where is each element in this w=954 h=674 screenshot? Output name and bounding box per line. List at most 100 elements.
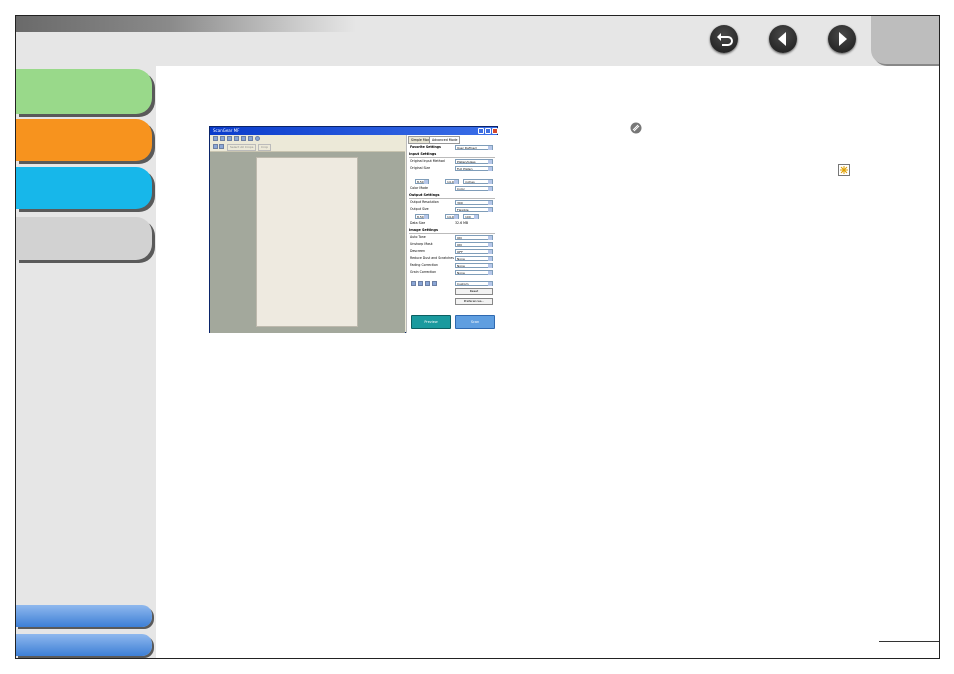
sidebar-tab-orange[interactable] xyxy=(16,119,152,161)
preferences-button: Preferences... xyxy=(455,298,493,305)
row-label: Descreen xyxy=(410,249,426,253)
row-value: OFF xyxy=(455,248,493,254)
row-label: Favorite Settings xyxy=(410,145,441,149)
sidebar-tab-green[interactable] xyxy=(16,69,152,114)
sidebar-bottom-button-1[interactable] xyxy=(16,605,152,627)
image-row: Fading Correction None xyxy=(409,262,495,268)
row-value: None xyxy=(455,255,493,261)
input-row: Original Size Full Platen xyxy=(409,165,495,171)
input-row: Original Input Method Platen/Glass xyxy=(409,158,495,164)
close-icon xyxy=(492,128,498,134)
tone-preset: Custom xyxy=(455,280,493,286)
row-value: ON xyxy=(455,241,493,247)
back-button[interactable] xyxy=(710,25,738,53)
toolbar-icon xyxy=(241,136,246,141)
crop-icon xyxy=(213,144,218,149)
width-value: 8.50 xyxy=(415,178,429,184)
row-value: None xyxy=(455,262,493,268)
previous-page-button[interactable] xyxy=(769,25,797,53)
row-label: Grain Correction xyxy=(410,270,437,274)
left-triangle-icon xyxy=(778,32,786,46)
scangear-window-screenshot: ScanGear MF Select All Crops Crop Simple… xyxy=(209,126,498,333)
height-value: 14.00 xyxy=(445,178,459,184)
return-arrow-icon xyxy=(717,33,733,46)
row-label: Color Mode xyxy=(410,186,429,190)
output-settings-heading: Output Settings xyxy=(409,192,495,199)
toolbar-icon xyxy=(227,136,232,141)
favorite-settings-row: Favorite Settings User Defined xyxy=(409,144,495,150)
tab-advanced-mode: Advanced Mode xyxy=(429,136,461,144)
tone-icon xyxy=(418,281,423,286)
output-row: Output Size Flexible xyxy=(409,206,495,212)
row-value: User Defined xyxy=(455,144,493,150)
color-mode-row: Color Mode Color xyxy=(409,185,495,191)
row-value: Platen/Glass xyxy=(455,158,493,164)
image-row: Auto Tone ON xyxy=(409,234,495,240)
note-icon xyxy=(630,122,642,134)
reset-button: Reset xyxy=(455,288,493,295)
toolbar-icon xyxy=(220,136,225,141)
next-page-button[interactable] xyxy=(828,25,856,53)
crop-icon xyxy=(219,144,224,149)
input-size-row: 8.50 14.00 inches xyxy=(409,178,495,184)
row-label: Auto Tone xyxy=(410,235,426,239)
row-value: 300 xyxy=(455,199,493,205)
toolbar-icon xyxy=(213,136,218,141)
top-header-bar xyxy=(16,16,939,66)
input-settings-heading: Input Settings xyxy=(409,151,495,158)
toolbar-icon xyxy=(248,136,253,141)
scale-value: 100 xyxy=(463,213,479,219)
output-row: Output Resolution 300 xyxy=(409,199,495,205)
image-row: Unsharp Mask ON xyxy=(409,241,495,247)
sidebar-bottom-button-2[interactable] xyxy=(16,634,152,656)
help-icon xyxy=(255,136,260,141)
image-row: Descreen OFF xyxy=(409,248,495,254)
row-label: Original Size xyxy=(410,166,431,170)
tone-icon xyxy=(432,281,437,286)
image-row: Reduce Dust and Scratches None xyxy=(409,255,495,261)
row-label: Output Size xyxy=(410,207,429,211)
sidebar-tab-gray[interactable] xyxy=(16,217,152,260)
select-all-crops-label: Select All Crops xyxy=(227,144,257,151)
row-label: Reduce Dust and Scratches xyxy=(410,256,454,260)
right-triangle-icon xyxy=(839,32,847,46)
width-value: 8.50 xyxy=(415,213,429,219)
row-label: Original Input Method xyxy=(410,159,445,163)
crop-label: Crop xyxy=(258,144,272,151)
tone-row: Custom xyxy=(409,280,495,286)
preview-area xyxy=(210,152,405,333)
page-frame: ScanGear MF Select All Crops Crop Simple… xyxy=(15,15,940,659)
tone-icon xyxy=(411,281,416,286)
row-value: Color xyxy=(455,185,493,191)
row-label: Data Size xyxy=(410,221,426,225)
header-stripe xyxy=(16,16,356,32)
preview-paper xyxy=(256,157,358,327)
sidebar-tab-blue[interactable] xyxy=(16,167,152,209)
scan-button: Scan xyxy=(455,315,495,329)
corner-tab[interactable] xyxy=(871,16,939,64)
toolbar-icon xyxy=(234,136,239,141)
maximize-icon xyxy=(485,128,491,134)
minimize-icon xyxy=(478,128,484,134)
row-value: Full Platen xyxy=(455,165,493,171)
row-label: Unsharp Mask xyxy=(410,242,433,246)
tone-icon xyxy=(425,281,430,286)
toolbar-crop: Select All Crops Crop xyxy=(210,143,405,152)
row-value: 32.6 MB xyxy=(455,221,469,225)
data-size-row: Data Size 32.6 MB xyxy=(409,220,495,226)
row-value: None xyxy=(455,269,493,275)
row-value: Flexible xyxy=(455,206,493,212)
window-title: ScanGear MF xyxy=(210,127,497,135)
page-number-rule xyxy=(879,641,939,642)
height-value: 14.00 xyxy=(445,213,459,219)
settings-sparkle-icon xyxy=(838,164,850,176)
row-label: Fading Correction xyxy=(410,263,438,267)
row-label: Output Resolution xyxy=(410,200,439,204)
image-row: Grain Correction None xyxy=(409,269,495,275)
row-value: ON xyxy=(455,234,493,240)
output-size-row: 8.50 14.00 100 xyxy=(409,213,495,219)
preview-button: Preview xyxy=(411,315,451,329)
image-settings-heading: Image Settings xyxy=(409,227,495,234)
settings-panel: Simple Mode Advanced Mode Favorite Setti… xyxy=(406,135,498,333)
unit-value: inches xyxy=(463,178,493,184)
